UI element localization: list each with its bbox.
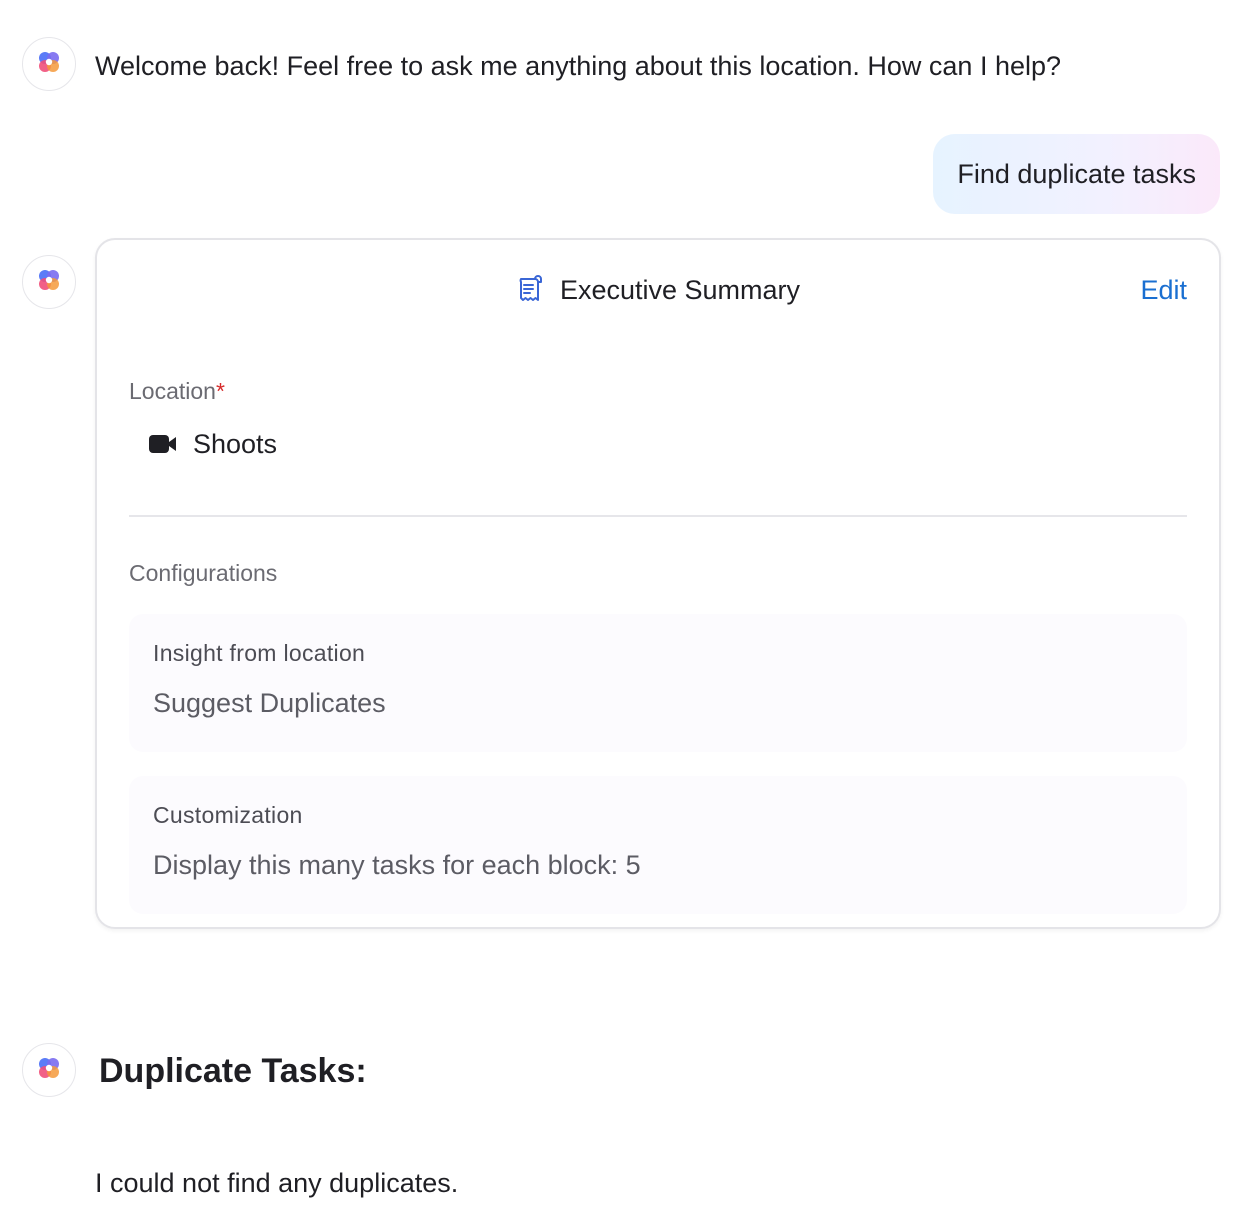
location-value: Shoots	[193, 428, 278, 459]
assistant-avatar	[22, 37, 76, 91]
user-message-text: Find duplicate tasks	[957, 158, 1196, 189]
customization-config-box: Customization Display this many tasks fo…	[129, 776, 1187, 914]
assistant-avatar	[22, 1043, 76, 1097]
ai-logo-icon	[34, 265, 64, 300]
customization-label: Customization	[153, 802, 303, 828]
edit-button[interactable]: Edit	[1140, 268, 1187, 312]
location-label: Location*	[129, 378, 225, 405]
card-title-group: Executive Summary	[97, 268, 1219, 312]
duplicate-tasks-result: I could not find any duplicates.	[95, 1168, 459, 1198]
chat-page: Welcome back! Feel free to ask me anythi…	[0, 0, 1250, 1226]
customization-value: Display this many tasks for each block: …	[153, 850, 641, 880]
divider	[129, 515, 1187, 517]
location-value-row: Shoots	[149, 424, 277, 464]
assistant-avatar	[22, 255, 76, 309]
executive-summary-card: Executive Summary Edit Location* Shoots …	[95, 238, 1221, 929]
ai-logo-icon	[34, 1053, 64, 1088]
user-message-bubble: Find duplicate tasks	[933, 134, 1220, 214]
video-camera-icon	[149, 434, 177, 454]
ai-logo-icon	[34, 47, 64, 82]
card-title: Executive Summary	[559, 274, 801, 305]
card-header: Executive Summary Edit	[97, 268, 1219, 312]
required-marker: *	[215, 378, 225, 404]
insight-value: Suggest Duplicates	[153, 688, 386, 718]
receipt-scroll-icon	[516, 275, 544, 305]
configurations-label: Configurations	[129, 560, 278, 586]
assistant-welcome-message: Welcome back! Feel free to ask me anythi…	[95, 51, 1062, 81]
duplicate-tasks-heading: Duplicate Tasks:	[99, 1052, 367, 1090]
location-label-text: Location	[129, 378, 216, 404]
insight-label: Insight from location	[153, 640, 366, 666]
insight-config-box: Insight from location Suggest Duplicates	[129, 614, 1187, 752]
